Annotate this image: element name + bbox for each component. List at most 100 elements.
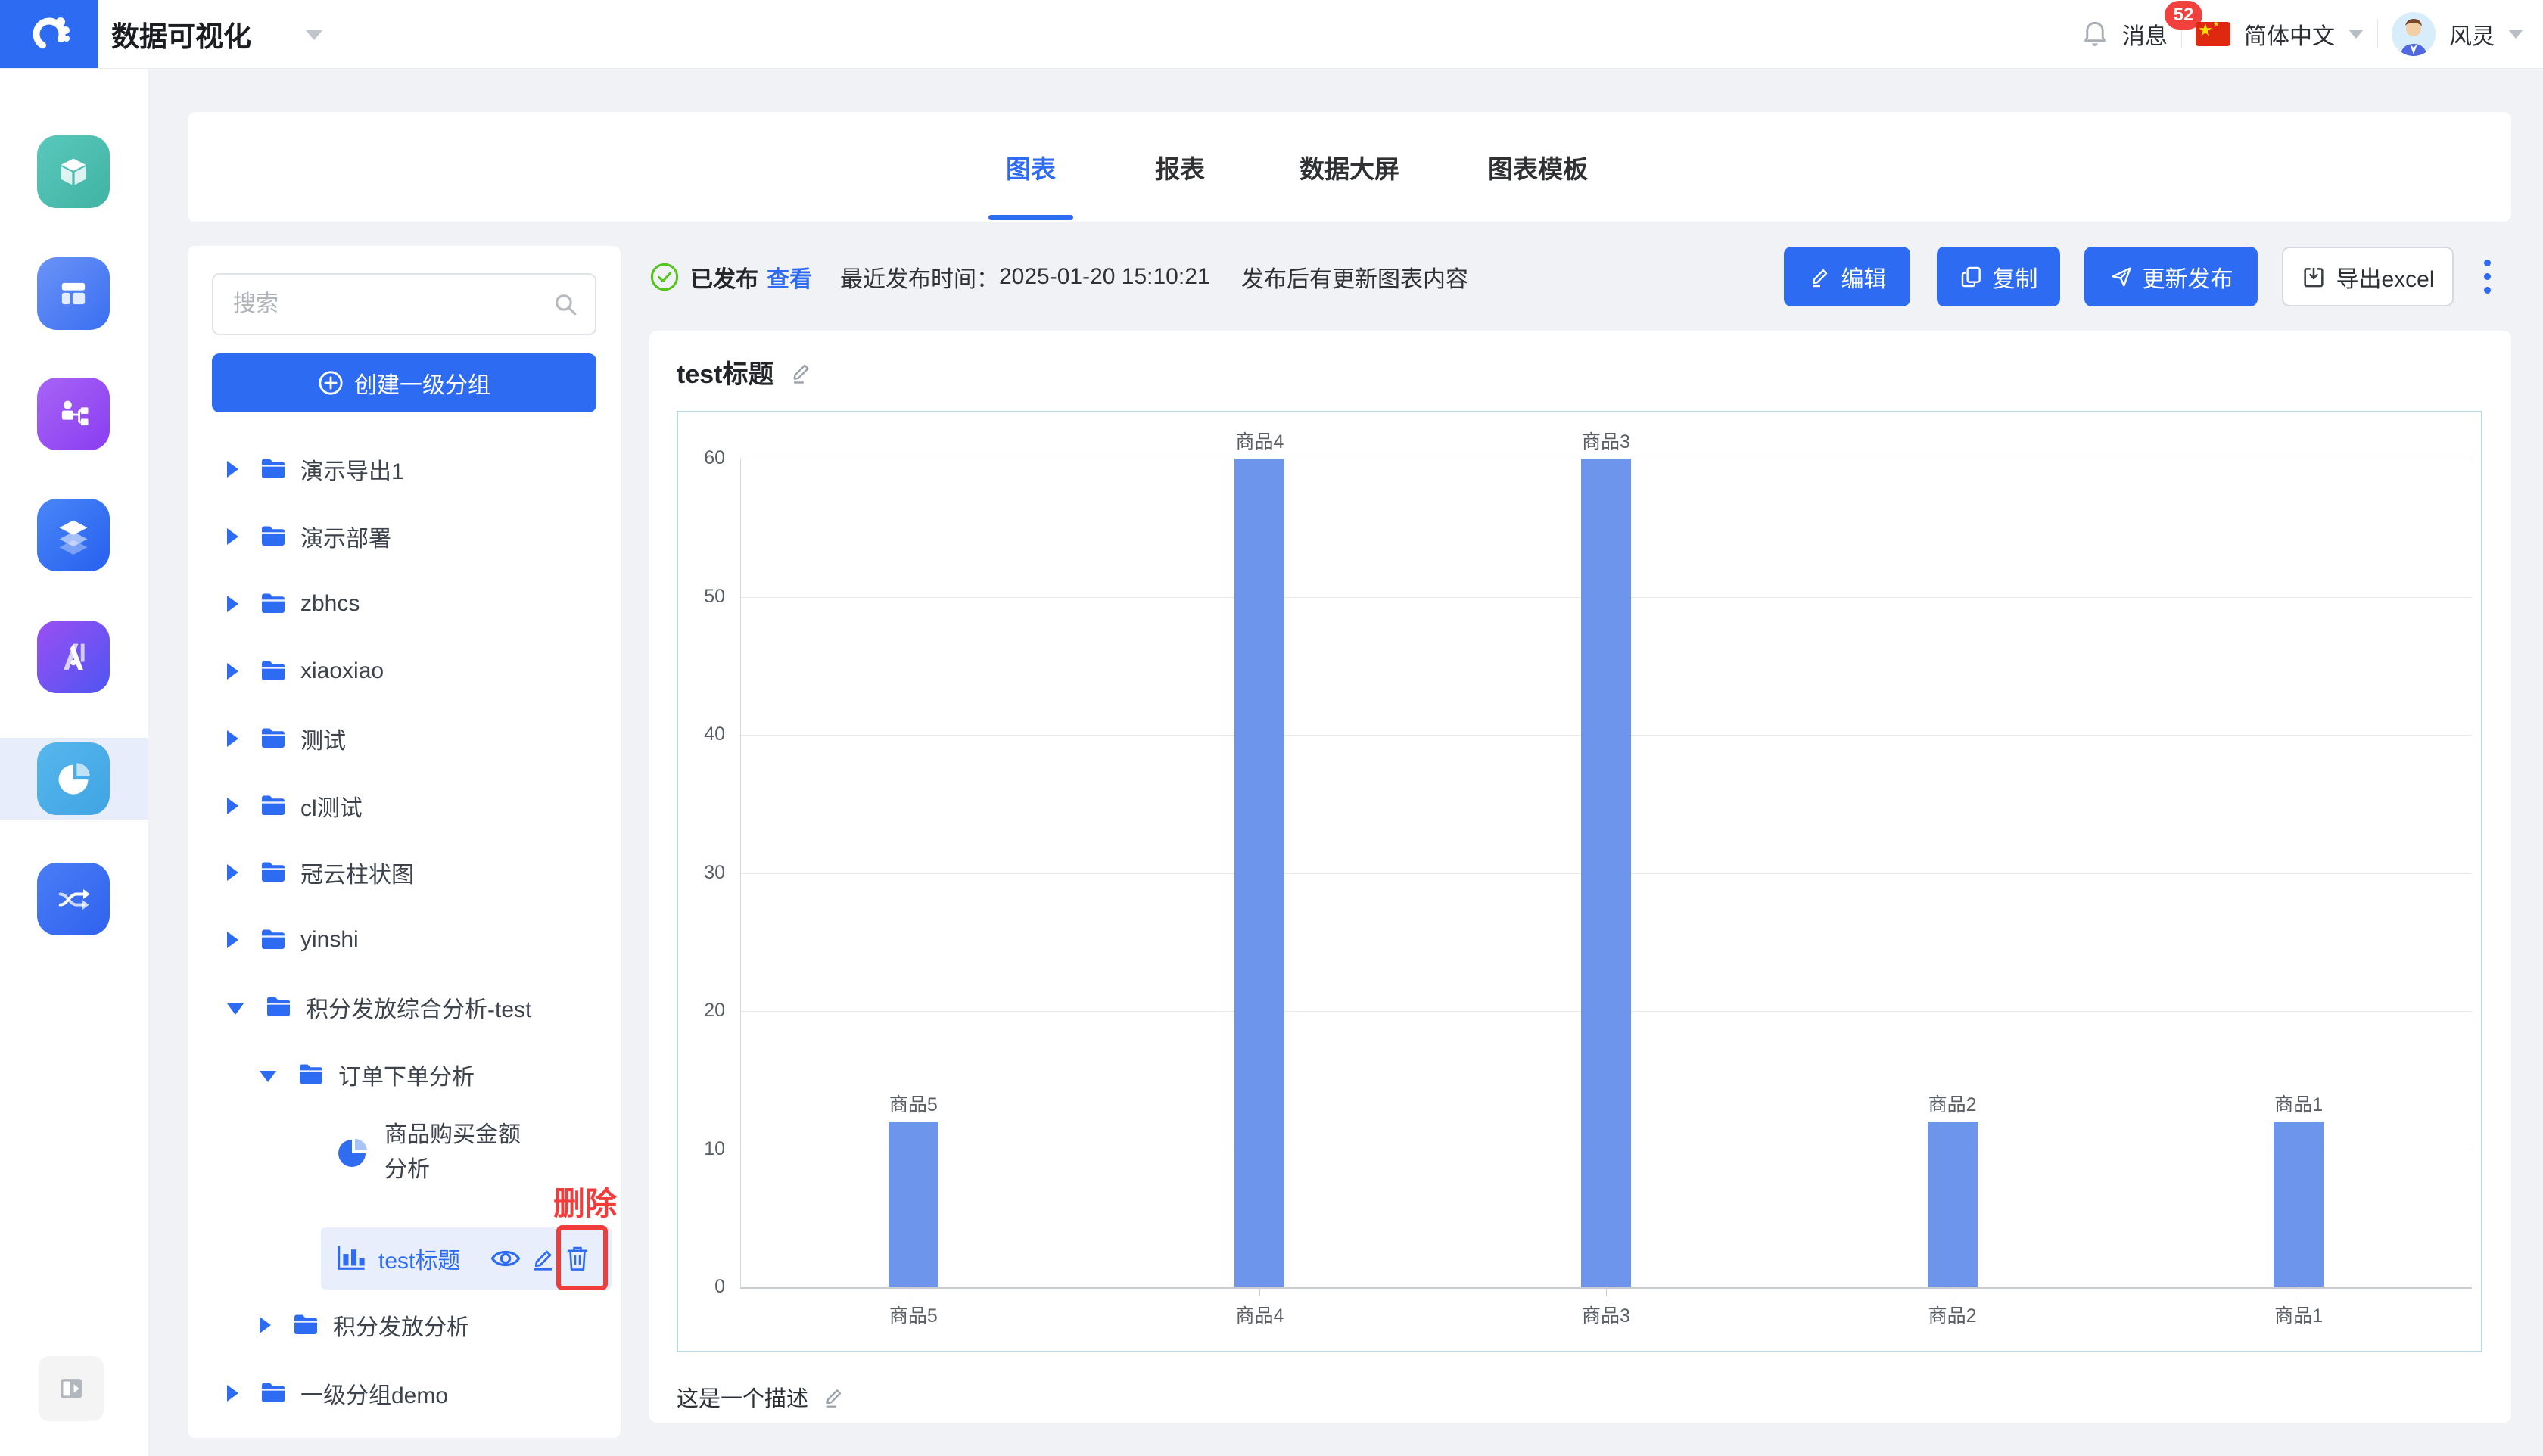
rail-item-charts-active[interactable] (37, 742, 110, 815)
tree-item-folder[interactable]: zbhcs (227, 581, 360, 627)
bell-icon[interactable] (2081, 20, 2109, 48)
tree-item-folder[interactable]: xiaoxiao (227, 649, 384, 694)
tree-item-folder[interactable]: 演示部署 (227, 514, 391, 559)
bar-value-label: 商品4 (1184, 427, 1335, 454)
bar[interactable] (1234, 459, 1284, 1287)
tab-data-screen[interactable]: 数据大屏 (1300, 112, 1399, 222)
copy-button-label: 复制 (1993, 260, 2038, 294)
copy-button[interactable]: 复制 (1937, 247, 2060, 306)
collapse-sidebar-button[interactable] (39, 1356, 104, 1421)
folder-icon (260, 593, 287, 615)
x-axis-category-label: 商品4 (1184, 1301, 1335, 1328)
caret-right-icon[interactable] (227, 730, 238, 747)
update-publish-label: 更新发布 (2143, 260, 2233, 294)
search-input[interactable] (213, 291, 552, 317)
messages-menu[interactable]: 消息 52 (2122, 17, 2168, 51)
export-excel-button[interactable]: 导出excel (2282, 247, 2454, 306)
y-axis-tick-label: 10 (678, 1138, 725, 1160)
tree-item-chart-pie[interactable]: 商品购买金额分析 (336, 1118, 540, 1187)
flow-chart-icon (54, 394, 93, 434)
create-group-label: 创建一级分组 (354, 366, 490, 400)
caret-down-icon[interactable] (260, 1071, 276, 1082)
tree-item-folder[interactable]: 积分发放分析 (260, 1302, 469, 1348)
view-link[interactable]: 查看 (767, 256, 812, 298)
folder-open-icon (265, 996, 292, 1019)
app-logo[interactable] (0, 0, 98, 68)
update-publish-button[interactable]: 更新发布 (2084, 247, 2258, 306)
bar[interactable] (1928, 1122, 1978, 1287)
caret-right-icon[interactable] (227, 1385, 238, 1402)
bar-value-label: 商品2 (1877, 1090, 2028, 1117)
tree-item-label: 演示部署 (300, 520, 391, 553)
caret-right-icon[interactable] (227, 798, 238, 814)
user-caret-icon[interactable] (2508, 30, 2523, 39)
rename-chart-button[interactable] (525, 1240, 562, 1277)
language-caret-icon[interactable] (2348, 30, 2364, 39)
pie-chart-item-icon (336, 1137, 368, 1168)
rail-item-layers[interactable] (37, 499, 110, 571)
chart-card: test标题 0102030405060商品5商品5商品4商品4商品3商品3商品… (649, 331, 2511, 1423)
pencil-icon (530, 1245, 557, 1272)
collapse-panel-icon (55, 1373, 87, 1405)
tree-item-folder[interactable]: 冠云柱状图 (227, 850, 414, 895)
rail-item-ai[interactable] (37, 621, 110, 693)
create-group-button[interactable]: 创建一级分组 (212, 353, 596, 412)
tree-item-folder[interactable]: 测试 (227, 716, 346, 761)
tree-item-chart-bar-selected[interactable]: test标题 (336, 1227, 460, 1290)
caret-right-icon[interactable] (227, 596, 238, 612)
tab-charts[interactable]: 图表 (1006, 112, 1056, 222)
bar-chart-plot: 0102030405060商品5商品5商品4商品4商品3商品3商品2商品2商品1… (677, 411, 2482, 1352)
preview-chart-button[interactable] (487, 1240, 524, 1277)
x-axis-tick (1259, 1287, 1260, 1296)
delete-chart-button[interactable] (559, 1240, 596, 1277)
caret-right-icon[interactable] (227, 932, 238, 948)
rail-item-dashboard[interactable] (37, 257, 110, 330)
edit-button-label: 编辑 (1841, 260, 1887, 294)
caret-right-icon[interactable] (260, 1317, 271, 1333)
tree-item-folder-expanded[interactable]: 订单下单分析 (260, 1052, 475, 1097)
dashboard-icon (54, 274, 93, 313)
copy-icon (1959, 265, 1984, 289)
tree-item-folder[interactable]: 演示导出1 (227, 446, 404, 492)
tree-item-folder[interactable]: 一级分组demo (227, 1370, 448, 1416)
tree-item-label: yinshi (300, 927, 359, 953)
tree-item-folder-expanded[interactable]: 积分发放综合分析-test (227, 985, 531, 1030)
delete-annotation: 删除 (553, 1178, 617, 1224)
caret-right-icon[interactable] (227, 528, 238, 545)
pie-chart-icon (54, 759, 93, 798)
rail-item-cube[interactable] (37, 135, 110, 208)
user-avatar[interactable] (2392, 12, 2436, 56)
check-circle-icon (649, 262, 680, 292)
tab-label: 报表 (1155, 149, 1205, 185)
tree-item-folder[interactable]: yinshi (227, 917, 359, 963)
caret-right-icon[interactable] (227, 461, 238, 478)
edit-button[interactable]: 编辑 (1784, 247, 1910, 306)
edit-title-icon[interactable] (789, 359, 814, 385)
bar-chart-item-icon (336, 1245, 366, 1272)
caret-right-icon[interactable] (227, 663, 238, 680)
bar[interactable] (889, 1122, 938, 1287)
more-actions-button[interactable] (2470, 247, 2504, 306)
language-selector[interactable]: 简体中文 (2244, 17, 2335, 51)
bar[interactable] (2274, 1122, 2324, 1287)
tab-chart-templates[interactable]: 图表模板 (1488, 112, 1588, 222)
search-icon[interactable] (552, 291, 578, 317)
bar[interactable] (1581, 459, 1631, 1287)
tree-item-folder[interactable]: cl测试 (227, 783, 363, 829)
rail-item-flow[interactable] (37, 378, 110, 450)
logo-ring-icon (28, 13, 70, 55)
username[interactable]: 风灵 (2449, 17, 2495, 51)
folder-icon (260, 727, 287, 750)
tab-reports[interactable]: 报表 (1155, 112, 1205, 222)
publish-time: 最近发布时间： 2025-01-20 15:10:21 (840, 256, 1210, 298)
chart-description: 这是一个描述 (677, 1381, 808, 1413)
caret-down-icon[interactable] (227, 1003, 244, 1015)
update-hint: 发布后有更新图表内容 (1241, 256, 1468, 298)
avatar-person-icon (2392, 12, 2436, 56)
x-axis-category-label: 商品2 (1877, 1301, 2028, 1328)
title-caret-down-icon[interactable] (306, 30, 322, 40)
edit-description-icon[interactable] (822, 1385, 846, 1409)
y-axis-tick-label: 40 (678, 723, 725, 745)
caret-right-icon[interactable] (227, 864, 238, 881)
rail-item-shuffle[interactable] (37, 863, 110, 935)
